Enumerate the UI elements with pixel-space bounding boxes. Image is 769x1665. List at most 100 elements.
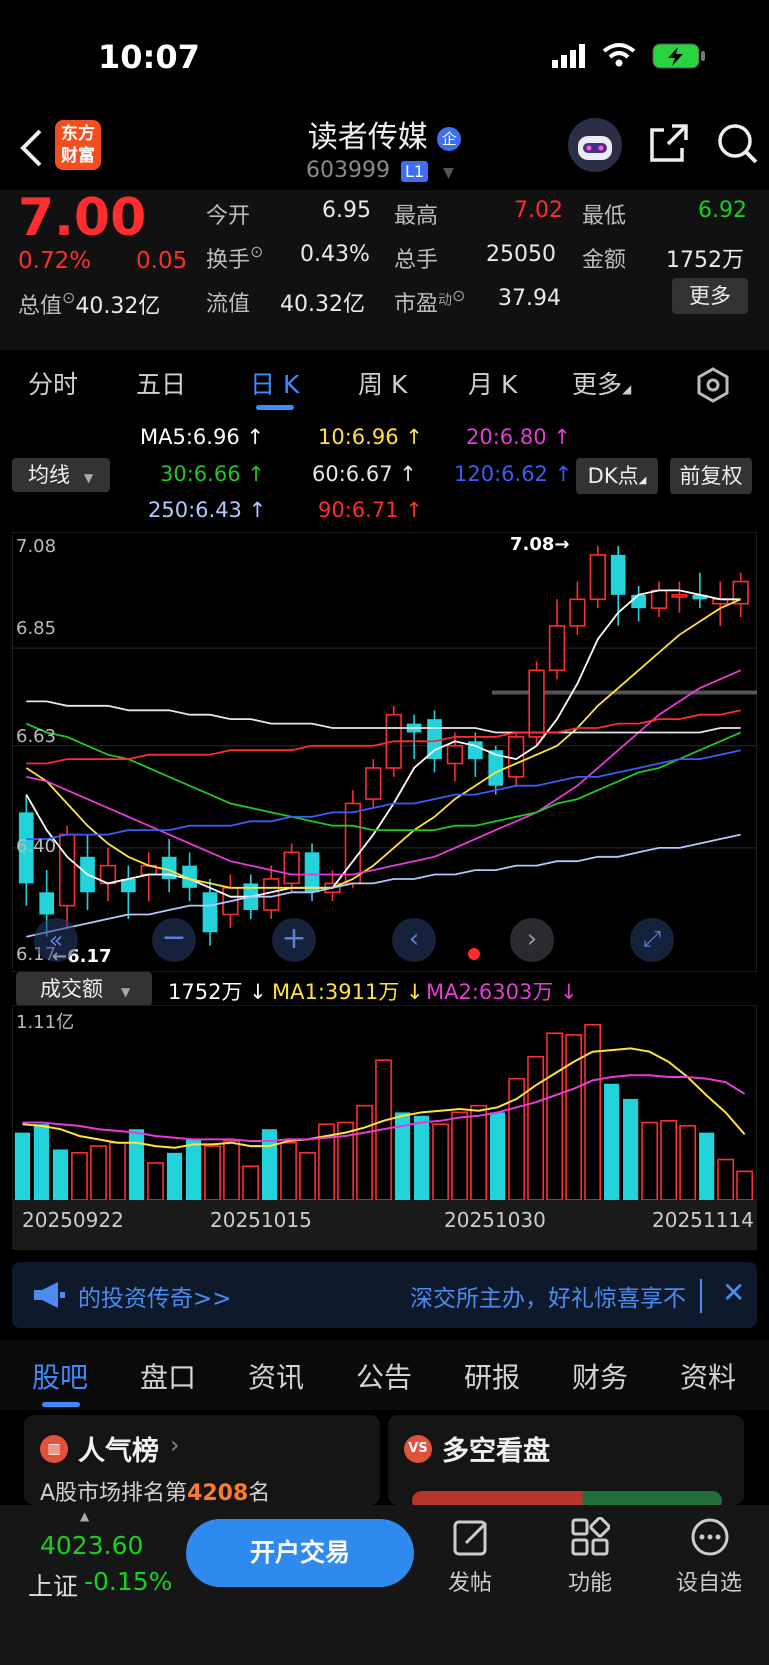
volume-bar <box>717 1158 735 1201</box>
tab-monthly-k[interactable]: 月 K <box>468 365 517 401</box>
volume-bar <box>641 1121 659 1201</box>
chevron-right-icon: › <box>170 1431 180 1459</box>
tab-daily-k[interactable]: 日 K <box>250 365 299 401</box>
candle-body <box>732 580 749 605</box>
rank-suffix: 名 <box>248 1481 271 1505</box>
fullscreen-icon[interactable]: ⤢ <box>630 918 674 962</box>
candle-body <box>650 589 668 609</box>
popularity-title: 人气榜 <box>78 1436 159 1467</box>
volume-bar <box>508 1077 525 1201</box>
post-label[interactable]: 发帖 <box>448 1565 492 1597</box>
volume-indicator-selector[interactable]: 成交额 ▼ <box>16 972 152 1006</box>
candle-body <box>671 594 688 598</box>
candle-body <box>427 719 442 760</box>
x-label-2: 20251015 <box>210 1208 312 1232</box>
double-left-icon[interactable]: « <box>34 918 78 962</box>
volume-bar <box>451 1111 468 1201</box>
close-icon[interactable]: ✕ <box>722 1276 745 1309</box>
volume-bar <box>242 1165 259 1201</box>
dk-point-label: DK点 <box>587 464 639 488</box>
volume-bar <box>623 1098 639 1200</box>
signal-icon <box>552 44 588 72</box>
candle-body <box>283 851 300 885</box>
volume-bar <box>546 1032 563 1201</box>
volume-current: 1752万 ↓ <box>168 980 267 1004</box>
step-left-icon[interactable]: ‹ <box>392 918 436 962</box>
status-bar: 10:07 <box>0 0 769 110</box>
volume-bar <box>128 1129 145 1200</box>
info-icon[interactable]: ⊙ <box>250 242 263 261</box>
stock-code-row[interactable]: 603999 L1 ▼ <box>306 158 454 183</box>
ma10-legend: 10:6.96 ↑ <box>318 425 423 449</box>
watchlist-more-icon[interactable] <box>690 1517 730 1561</box>
vs-icon: VS <box>404 1435 432 1463</box>
megaphone-icon <box>32 1280 66 1314</box>
ma250-legend: 250:6.43 ↑ <box>148 498 267 522</box>
bull-bear-title: 多空看盘 <box>442 1436 550 1467</box>
open-value: 6.95 <box>322 198 371 223</box>
promo-banner[interactable]: 的投资传奇>> 深交所主办，好礼惊喜享不 ✕ <box>12 1262 757 1328</box>
chevron-down-icon: ▼ <box>443 165 454 181</box>
volume-ma1: MA1:3911万 ↓ <box>272 980 424 1004</box>
tab-announcements[interactable]: 公告 <box>356 1356 412 1396</box>
ma90-legend: 90:6.71 ↑ <box>318 498 423 522</box>
volume-bar <box>413 1115 430 1200</box>
volume-bar <box>489 1112 506 1200</box>
tab-weekly-k[interactable]: 周 K <box>358 365 407 401</box>
add-watchlist-label[interactable]: 设自选 <box>676 1565 742 1597</box>
function-grid-icon[interactable] <box>570 1516 611 1561</box>
volume-bar <box>223 1140 240 1201</box>
candle-body <box>631 594 646 609</box>
popularity-card[interactable]: ▥ 人气榜 › A股市场排名第4208名 <box>24 1415 380 1505</box>
tab-research[interactable]: 研报 <box>464 1356 520 1396</box>
zoom-out-icon[interactable]: − <box>152 918 196 962</box>
tab-guba[interactable]: 股吧 <box>32 1356 88 1396</box>
ma-selector[interactable]: 均线 ▼ <box>12 458 110 492</box>
pe-label-text: 市盈 <box>394 292 439 317</box>
live-dot <box>468 948 480 960</box>
post-icon[interactable] <box>452 1517 492 1561</box>
candle-body <box>610 554 626 595</box>
step-right-icon[interactable]: › <box>510 918 554 962</box>
function-label[interactable]: 功能 <box>568 1565 612 1597</box>
tab-more[interactable]: 更多◢ <box>572 365 631 401</box>
candle-body <box>365 767 382 800</box>
open-label: 今开 <box>206 204 251 229</box>
rank-prefix: A股市场排名第 <box>40 1481 188 1505</box>
zoom-in-icon[interactable]: + <box>272 918 316 962</box>
settings-icon[interactable] <box>695 367 731 407</box>
tab-financials[interactable]: 财务 <box>572 1356 628 1396</box>
tab-news[interactable]: 资讯 <box>248 1356 304 1396</box>
volume-chart[interactable] <box>11 1004 758 1205</box>
candle-body <box>344 802 362 885</box>
bull-bear-card[interactable]: VS 多空看盘 <box>388 1415 744 1505</box>
volume-bar <box>147 1162 164 1201</box>
info-icon[interactable]: ⊙ <box>452 286 465 305</box>
tab-intraday[interactable]: 分时 <box>28 365 78 401</box>
candle-body <box>39 892 55 915</box>
bull-bear-bar <box>412 1491 722 1505</box>
volume-bar <box>699 1132 715 1200</box>
y-tick-708: 7.08 <box>16 536 57 557</box>
tab-order-book[interactable]: 盘口 <box>140 1356 196 1396</box>
dk-point-button[interactable]: DK点◢ <box>576 458 658 494</box>
candle-body <box>58 833 76 907</box>
candle-body <box>569 598 586 627</box>
index-value[interactable]: 4023.60 <box>40 1531 143 1560</box>
kline-chart[interactable] <box>11 531 758 973</box>
tab-profile[interactable]: 资料 <box>680 1356 736 1396</box>
change-pct: 0.72% <box>18 248 92 274</box>
volume-bar <box>90 1145 107 1201</box>
active-tab-indicator <box>256 405 294 410</box>
amount-value: 1752万 <box>666 248 744 273</box>
volume-bar <box>204 1145 221 1201</box>
forward-adjust-button[interactable]: 前复权 <box>670 458 752 494</box>
low-label: 最低 <box>582 204 627 229</box>
content-tabs: 股吧 盘口 资讯 公告 研报 财务 资料 <box>0 1340 769 1410</box>
open-account-trade-button[interactable]: 开户交易 <box>186 1519 414 1587</box>
tab-five-day[interactable]: 五日 <box>136 365 186 401</box>
info-icon[interactable]: ⊙ <box>62 288 75 307</box>
volume-bar <box>33 1124 50 1200</box>
candle-body <box>202 892 218 933</box>
more-button[interactable]: 更多 <box>672 278 748 314</box>
